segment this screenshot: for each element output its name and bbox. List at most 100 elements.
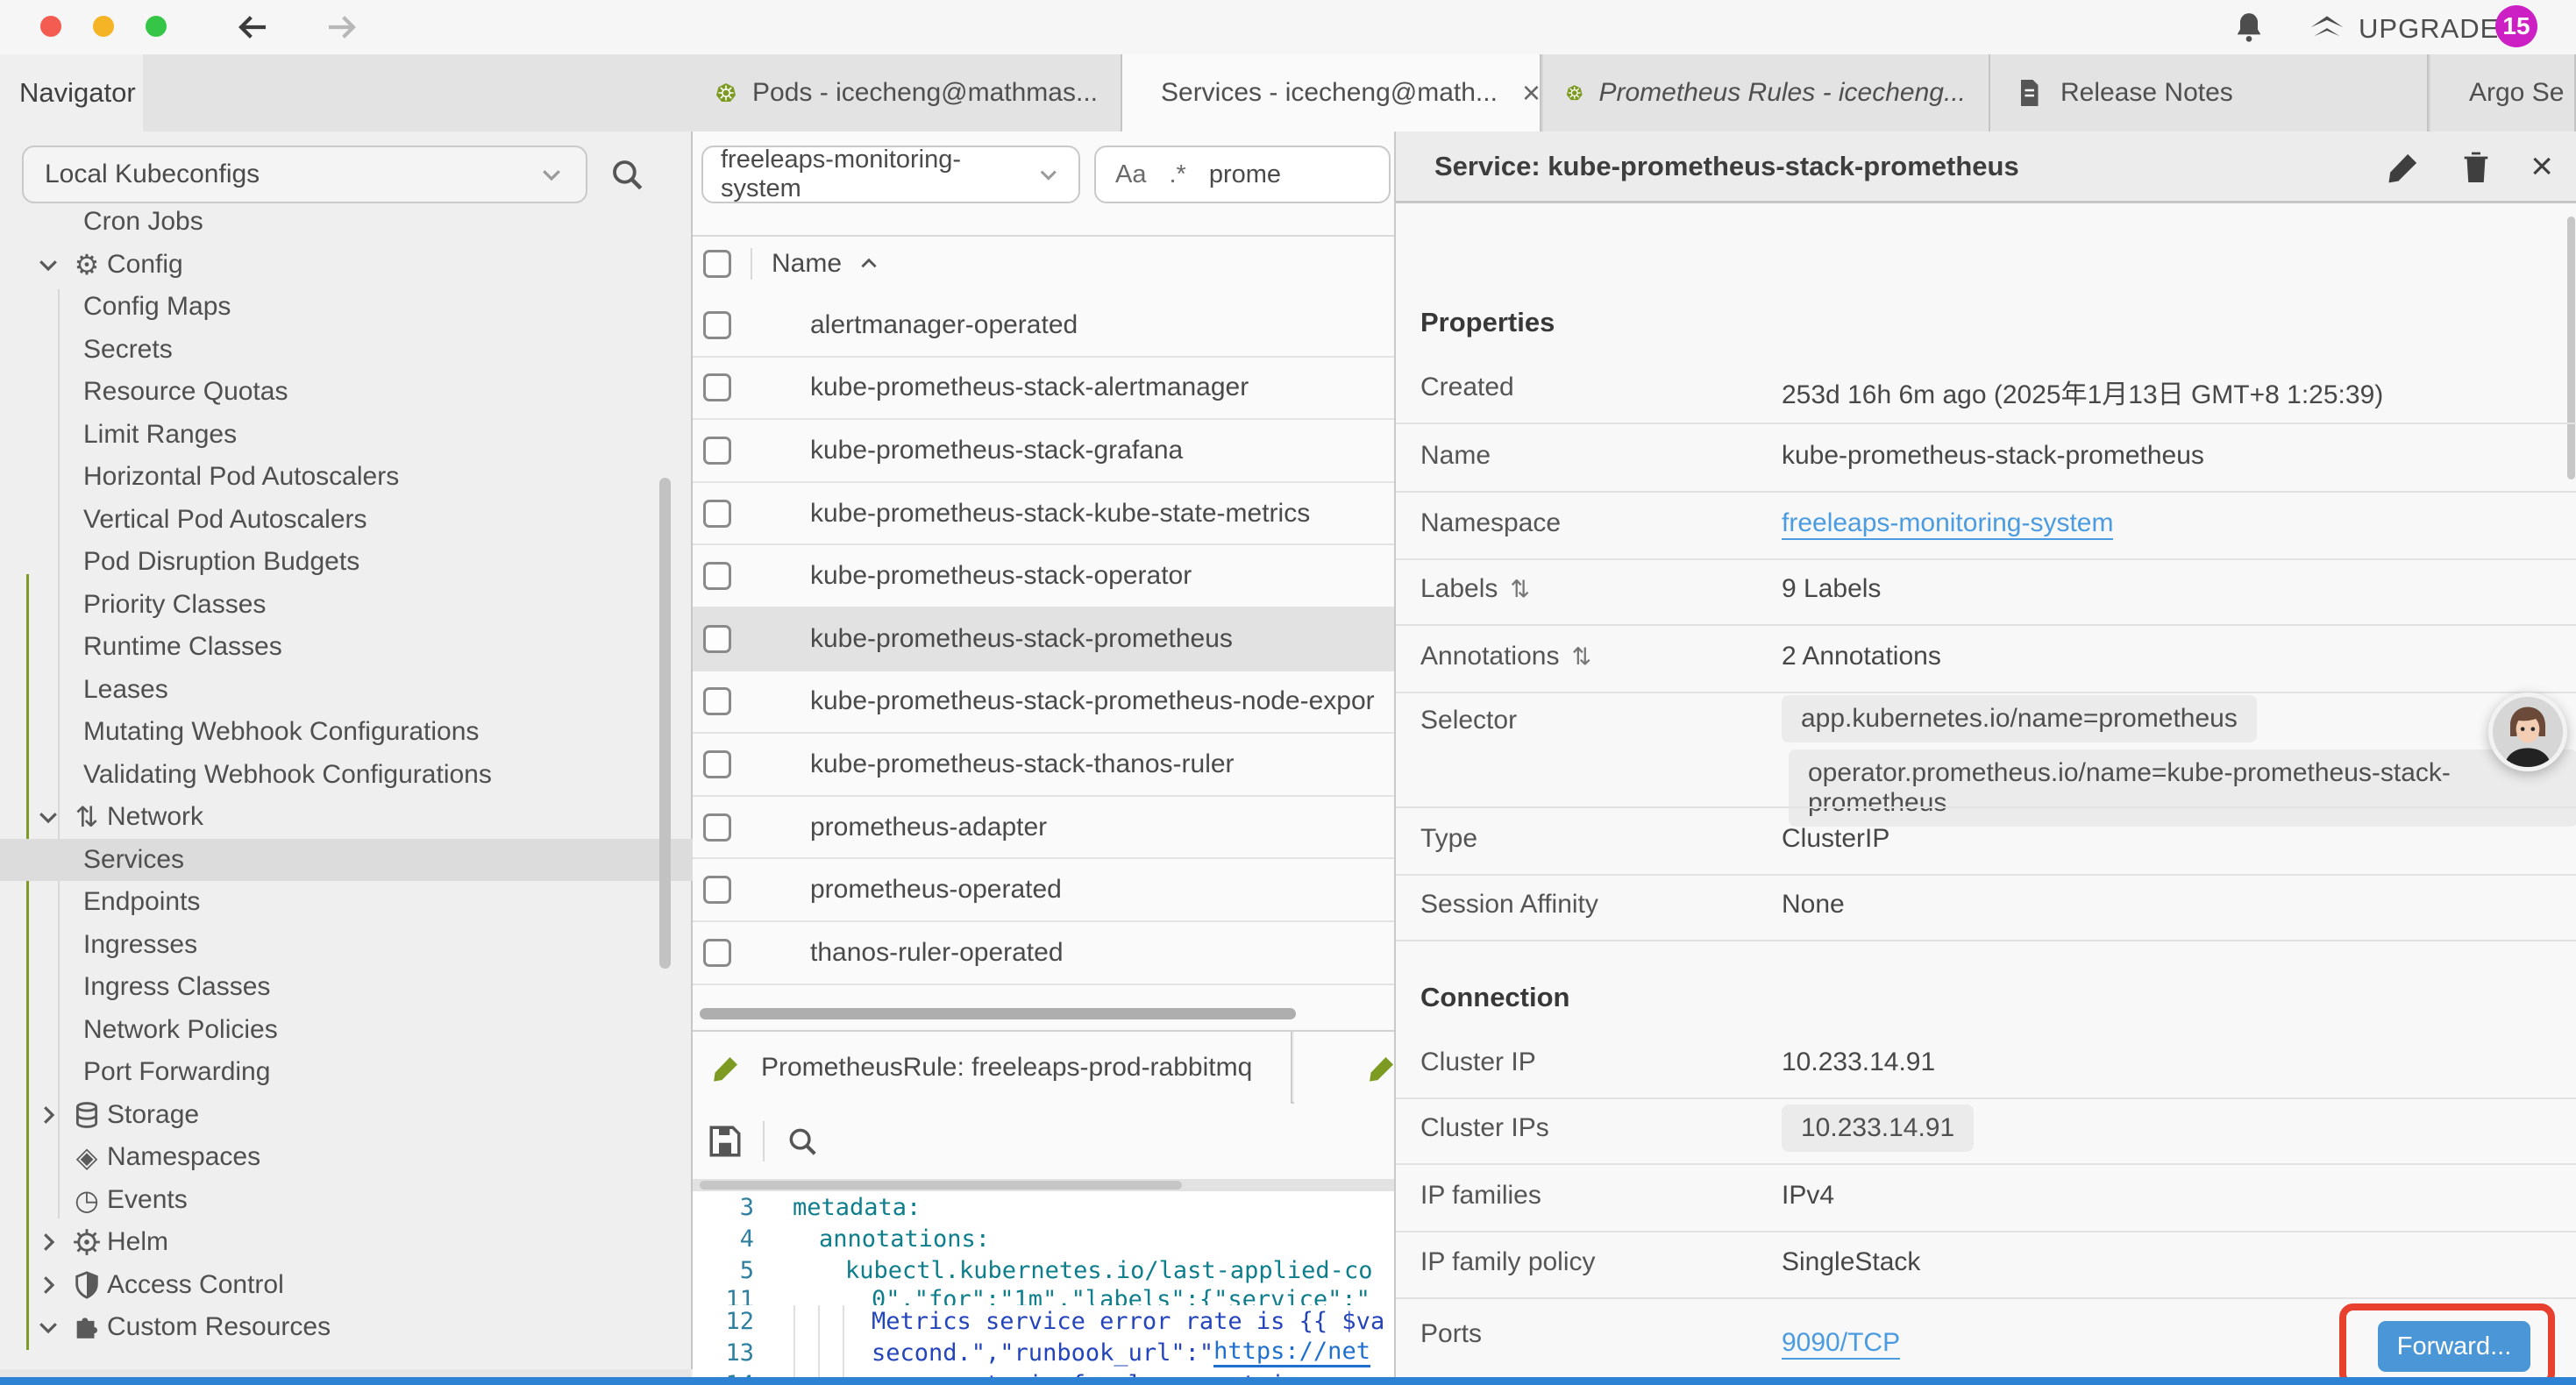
save-icon[interactable] [707, 1123, 744, 1160]
table-row[interactable]: kube-prometheus-stack-thanos-ruler [693, 734, 1394, 797]
sidebar-item-access-control[interactable]: Access Control [0, 1264, 693, 1307]
sidebar-item-services[interactable]: Services [0, 839, 693, 882]
forward-arrow-icon[interactable] [323, 9, 359, 50]
table-row[interactable]: kube-prometheus-stack-prometheus-node-ex… [693, 671, 1394, 735]
close-tab-icon[interactable]: × [1522, 75, 1541, 111]
sidebar-item-definitions[interactable]: Definitions [0, 1349, 693, 1355]
table-row[interactable]: kube-prometheus-stack-grafana [693, 420, 1394, 483]
sidebar-item-runtime-classes[interactable]: Runtime Classes [0, 626, 693, 669]
yaml-editor[interactable]: 3metadata:4annotations:5kubectl.kubernet… [693, 1191, 1394, 1378]
row-checkbox[interactable] [703, 687, 731, 715]
sidebar-item-leases[interactable]: Leases [0, 669, 693, 712]
sidebar-item-limit-ranges[interactable]: Limit Ranges [0, 414, 693, 457]
chevron-down-icon[interactable] [35, 252, 61, 278]
line-number: 12 [693, 1308, 754, 1335]
sidebar-item-namespaces[interactable]: ◈Namespaces [0, 1136, 693, 1179]
editor-scrollbar-thumb[interactable] [700, 1181, 1182, 1190]
table-row[interactable]: kube-prometheus-stack-kube-state-metrics [693, 483, 1394, 546]
delete-trash-icon[interactable] [2459, 149, 2494, 184]
editor-tab-prometheusrule[interactable]: PrometheusRule: freeleaps-prod-rabbitmq [693, 1032, 1292, 1104]
port-link[interactable]: 9090/TCP [1782, 1328, 1900, 1360]
chevron-right-icon[interactable] [35, 1272, 61, 1298]
sidebar-item-vertical-pod-autoscalers[interactable]: Vertical Pod Autoscalers [0, 499, 693, 542]
table-row[interactable]: prometheus-adapter [693, 797, 1394, 860]
list-horizontal-scrollbar[interactable] [700, 1008, 1296, 1019]
back-arrow-icon[interactable] [235, 9, 272, 50]
navigator-panel-tab[interactable]: Navigator [0, 54, 143, 131]
table-row[interactable]: prometheus-operated [693, 859, 1394, 922]
chevron-right-icon[interactable] [35, 1229, 61, 1255]
sidebar-item-validating-webhook-configurations[interactable]: Validating Webhook Configurations [0, 754, 693, 797]
sidebar-item-helm[interactable]: Helm [0, 1221, 693, 1264]
sidebar-item-events[interactable]: ◷Events [0, 1179, 693, 1222]
row-checkbox[interactable] [703, 311, 731, 339]
tab-prometheus-rules-icecheng[interactable]: Prometheus Rules - icecheng... [1543, 54, 1990, 131]
sort-ascending-icon[interactable] [857, 252, 880, 275]
sidebar-item-network[interactable]: ⇅Network [0, 796, 693, 839]
tab-pods-icecheng-mathmas[interactable]: Pods - icecheng@mathmas... [693, 54, 1122, 131]
attention-highlight-box [2339, 1303, 2555, 1378]
sidebar-item-storage[interactable]: Storage [0, 1094, 693, 1137]
row-checkbox[interactable] [703, 562, 731, 590]
sort-updown-icon[interactable]: ⇅ [1510, 576, 1530, 603]
sidebar-item-cron-jobs[interactable]: Cron Jobs [0, 201, 693, 244]
sidebar-item-resource-quotas[interactable]: Resource Quotas [0, 371, 693, 414]
sidebar-search-icon[interactable] [608, 156, 645, 193]
edit-pencil-icon[interactable] [2387, 149, 2422, 184]
sidebar-item-port-forwarding[interactable]: Port Forwarding [0, 1051, 693, 1094]
service-search-input[interactable]: Aa .* prome [1094, 146, 1391, 203]
name-column-header[interactable]: Name [772, 249, 842, 279]
sidebar-item-ingress-classes[interactable]: Ingress Classes [0, 966, 693, 1009]
row-checkbox[interactable] [703, 373, 731, 401]
chevron-right-icon[interactable] [35, 1102, 61, 1128]
chevron-down-icon[interactable] [35, 1314, 61, 1340]
sort-updown-icon[interactable]: ⇅ [1571, 643, 1591, 671]
sidebar-scrollbar[interactable] [659, 478, 671, 969]
editor-search-icon[interactable] [786, 1125, 819, 1158]
match-case-toggle[interactable]: Aa [1115, 160, 1146, 189]
table-row[interactable]: kube-prometheus-stack-alertmanager [693, 358, 1394, 421]
upgrade-button[interactable]: UPGRADE [2308, 10, 2499, 48]
sidebar-item-config[interactable]: ⚙Config [0, 244, 693, 287]
notification-count-badge[interactable]: 15 [2495, 5, 2537, 47]
row-checkbox[interactable] [703, 813, 731, 842]
sidebar-item-endpoints[interactable]: Endpoints [0, 881, 693, 924]
sidebar-item-mutating-webhook-configurations[interactable]: Mutating Webhook Configurations [0, 711, 693, 754]
row-checkbox[interactable] [703, 939, 731, 967]
sidebar-item-ingresses[interactable]: Ingresses [0, 924, 693, 967]
table-row[interactable]: kube-prometheus-stack-prometheus [693, 608, 1394, 671]
select-all-checkbox[interactable] [703, 250, 731, 278]
row-checkbox[interactable] [703, 876, 731, 904]
regex-toggle[interactable]: .* [1169, 160, 1185, 189]
close-icon[interactable]: × [2530, 149, 2553, 184]
tab-release-notes[interactable]: Release Notes [1990, 54, 2429, 131]
user-avatar[interactable] [2488, 692, 2567, 771]
detail-row-link[interactable]: freeleaps-monitoring-system [1782, 508, 2113, 540]
sidebar-item-priority-classes[interactable]: Priority Classes [0, 584, 693, 627]
minimize-window-button[interactable] [93, 16, 114, 37]
tab-services-icecheng-math[interactable]: Services - icecheng@math...× [1122, 54, 1541, 131]
notifications-bell-icon[interactable] [2231, 10, 2266, 49]
tab-argo-se[interactable]: Argo Se [2430, 54, 2576, 131]
sidebar-item-horizontal-pod-autoscalers[interactable]: Horizontal Pod Autoscalers [0, 456, 693, 499]
sidebar-item-pod-disruption-budgets[interactable]: Pod Disruption Budgets [0, 541, 693, 584]
code-link[interactable]: https://net [1213, 1338, 1370, 1367]
zoom-window-button[interactable] [146, 16, 167, 37]
editor-tab-partial[interactable] [1294, 1032, 1394, 1104]
kubeconfig-selector[interactable]: Local Kubeconfigs [22, 146, 587, 203]
row-checkbox[interactable] [703, 437, 731, 465]
table-row[interactable]: kube-prometheus-stack-operator [693, 545, 1394, 608]
row-checkbox[interactable] [703, 500, 731, 528]
sidebar-item-network-policies[interactable]: Network Policies [0, 1009, 693, 1052]
sidebar-item-secrets[interactable]: Secrets [0, 329, 693, 372]
chevron-down-icon[interactable] [35, 804, 61, 830]
table-row[interactable]: thanos-ruler-operated [693, 922, 1394, 985]
detail-scrollbar[interactable] [2567, 217, 2575, 479]
table-row[interactable]: alertmanager-operated [693, 295, 1394, 358]
row-checkbox[interactable] [703, 625, 731, 653]
sidebar-item-config-maps[interactable]: Config Maps [0, 286, 693, 329]
row-checkbox[interactable] [703, 750, 731, 778]
namespace-filter-dropdown[interactable]: freeleaps-monitoring-system [701, 146, 1080, 203]
close-window-button[interactable] [40, 16, 61, 37]
sidebar-item-custom-resources[interactable]: Custom Resources [0, 1306, 693, 1349]
